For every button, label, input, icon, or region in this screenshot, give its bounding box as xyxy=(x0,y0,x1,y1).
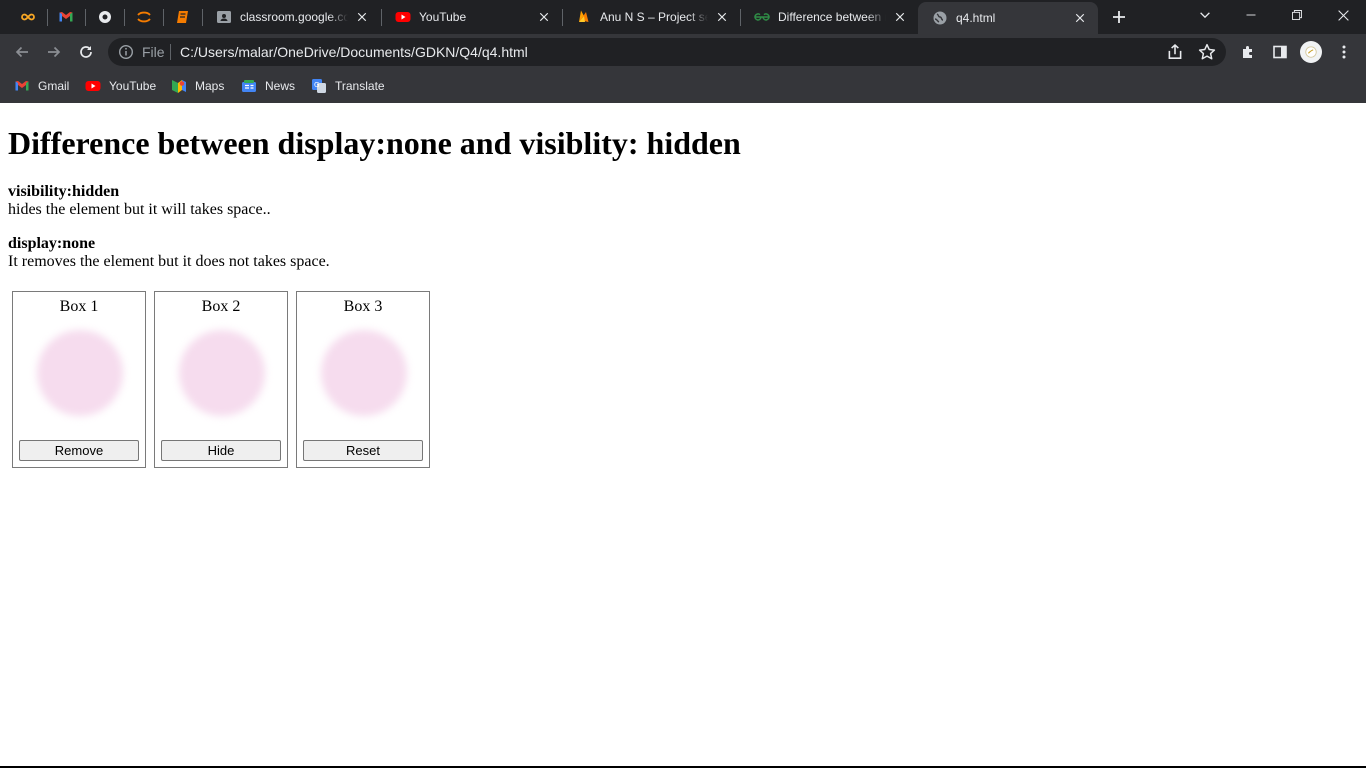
side-panel-button[interactable] xyxy=(1266,38,1294,66)
close-icon[interactable] xyxy=(714,9,730,25)
geeksforgeeks-icon xyxy=(754,9,770,25)
page-content: Difference between display:none and visi… xyxy=(0,103,1366,766)
box-label: Box 2 xyxy=(201,298,241,315)
bookmark-label: Translate xyxy=(335,79,385,93)
bookmarks-bar: Gmail YouTube Maps News G Translate xyxy=(0,70,1366,103)
new-tab-button[interactable] xyxy=(1108,6,1130,28)
tab-q4-html[interactable]: q4.html xyxy=(918,2,1098,34)
star-icon[interactable] xyxy=(1198,43,1216,61)
pink-circle xyxy=(321,330,407,416)
pinned-tab-book[interactable] xyxy=(165,3,201,31)
remove-button[interactable]: Remove xyxy=(19,440,139,461)
definition-term-display: display:none xyxy=(8,235,96,252)
close-icon[interactable] xyxy=(354,9,370,25)
browser-toolbar: File C:/Users/malar/OneDrive/Documents/G… xyxy=(0,34,1366,70)
bookmark-label: Gmail xyxy=(38,79,70,93)
box-label: Box 1 xyxy=(59,298,99,315)
close-icon[interactable] xyxy=(1072,10,1088,26)
restore-icon xyxy=(1292,10,1302,20)
bookmark-label: YouTube xyxy=(109,79,157,93)
box-3: Box 3 Reset xyxy=(296,291,430,468)
info-icon[interactable] xyxy=(118,44,134,60)
url-text[interactable]: C:/Users/malar/OneDrive/Documents/GDKN/Q… xyxy=(180,44,528,60)
box-1: Box 1 Remove xyxy=(12,291,146,468)
definition-description-visibility: hides the element but it will takes spac… xyxy=(8,201,271,218)
bookmark-news[interactable]: News xyxy=(241,76,295,96)
bookmark-maps[interactable]: Maps xyxy=(171,76,224,96)
tab-strip: classroom.google.com YouTube Anu N S – P… xyxy=(0,0,1366,34)
pinned-tab-arc[interactable] xyxy=(126,3,162,31)
more-vert-icon xyxy=(1342,45,1346,59)
forward-button[interactable] xyxy=(40,38,68,66)
close-icon[interactable] xyxy=(536,9,552,25)
firebase-icon xyxy=(576,9,592,25)
bookmark-youtube[interactable]: YouTube xyxy=(85,76,156,96)
tab-title: Difference between remove xyxy=(778,10,886,24)
reload-button[interactable] xyxy=(72,38,100,66)
hide-button[interactable]: Hide xyxy=(161,440,281,461)
box-2: Box 2 Hide xyxy=(154,291,288,468)
arc-icon xyxy=(137,11,151,23)
arrow-right-icon xyxy=(48,46,61,58)
menu-button[interactable] xyxy=(1330,38,1358,66)
extensions-button[interactable] xyxy=(1234,38,1262,66)
close-window-button[interactable] xyxy=(1320,0,1366,30)
tab-search-button[interactable] xyxy=(1182,0,1228,30)
close-icon xyxy=(1337,9,1349,21)
page-title: Difference between display:none and visi… xyxy=(8,125,741,161)
pink-circle xyxy=(37,330,123,416)
bookmark-gmail[interactable]: Gmail xyxy=(14,76,69,96)
puzzle-icon xyxy=(99,11,111,23)
svg-text:G: G xyxy=(314,81,319,89)
tab-classroom[interactable]: classroom.google.com xyxy=(202,0,380,34)
tab-firebase[interactable]: Anu N S – Project settings xyxy=(562,0,740,34)
tab-title: YouTube xyxy=(419,10,467,24)
pinned-tab-infinity[interactable] xyxy=(10,3,46,31)
youtube-icon xyxy=(395,9,411,25)
arrow-left-icon xyxy=(15,46,28,58)
box-label: Box 3 xyxy=(343,298,383,315)
profile-avatar[interactable] xyxy=(1300,41,1322,63)
restore-button[interactable] xyxy=(1274,0,1320,30)
minimize-button[interactable] xyxy=(1228,0,1274,30)
bookmark-label: News xyxy=(265,79,296,93)
translate-icon: G xyxy=(311,78,327,94)
reset-button[interactable]: Reset xyxy=(303,440,423,461)
maps-icon xyxy=(171,78,187,94)
bookmark-translate[interactable]: G Translate xyxy=(311,76,385,96)
classroom-icon xyxy=(216,9,232,25)
book-icon xyxy=(177,11,188,23)
tab-youtube[interactable]: YouTube xyxy=(381,0,562,34)
address-bar[interactable]: File C:/Users/malar/OneDrive/Documents/G… xyxy=(108,38,1226,66)
tab-title: Anu N S – Project settings xyxy=(600,10,708,24)
globe-icon xyxy=(932,10,948,26)
minimize-icon xyxy=(1246,14,1256,16)
pink-circle xyxy=(179,330,265,416)
tab-title: q4.html xyxy=(956,11,996,25)
side-panel-icon xyxy=(1273,45,1287,59)
back-button[interactable] xyxy=(8,38,36,66)
puzzle-piece-icon xyxy=(1243,46,1252,58)
bookmark-label: Maps xyxy=(195,79,225,93)
gmail-icon xyxy=(14,78,30,94)
reload-icon xyxy=(80,46,92,58)
definition-description-display: It removes the element but it does not t… xyxy=(8,253,330,270)
chevron-down-icon xyxy=(1200,12,1210,19)
pinned-tab-gmail[interactable] xyxy=(48,3,84,31)
infinity-icon xyxy=(21,13,35,21)
youtube-icon xyxy=(85,78,101,94)
plus-icon xyxy=(1113,11,1125,23)
tab-title: classroom.google.com xyxy=(240,10,348,24)
tab-geeksforgeeks[interactable]: Difference between remove xyxy=(740,0,918,34)
definition-term-visibility: visibility:hidden xyxy=(8,183,120,200)
avatar-icon xyxy=(1305,46,1317,58)
close-icon[interactable] xyxy=(892,9,908,25)
news-icon xyxy=(241,78,257,94)
site-scheme-label: File xyxy=(142,44,165,60)
gmail-icon xyxy=(59,12,73,22)
pinned-tab-puzzle[interactable] xyxy=(87,3,123,31)
share-icon[interactable] xyxy=(1166,43,1184,61)
